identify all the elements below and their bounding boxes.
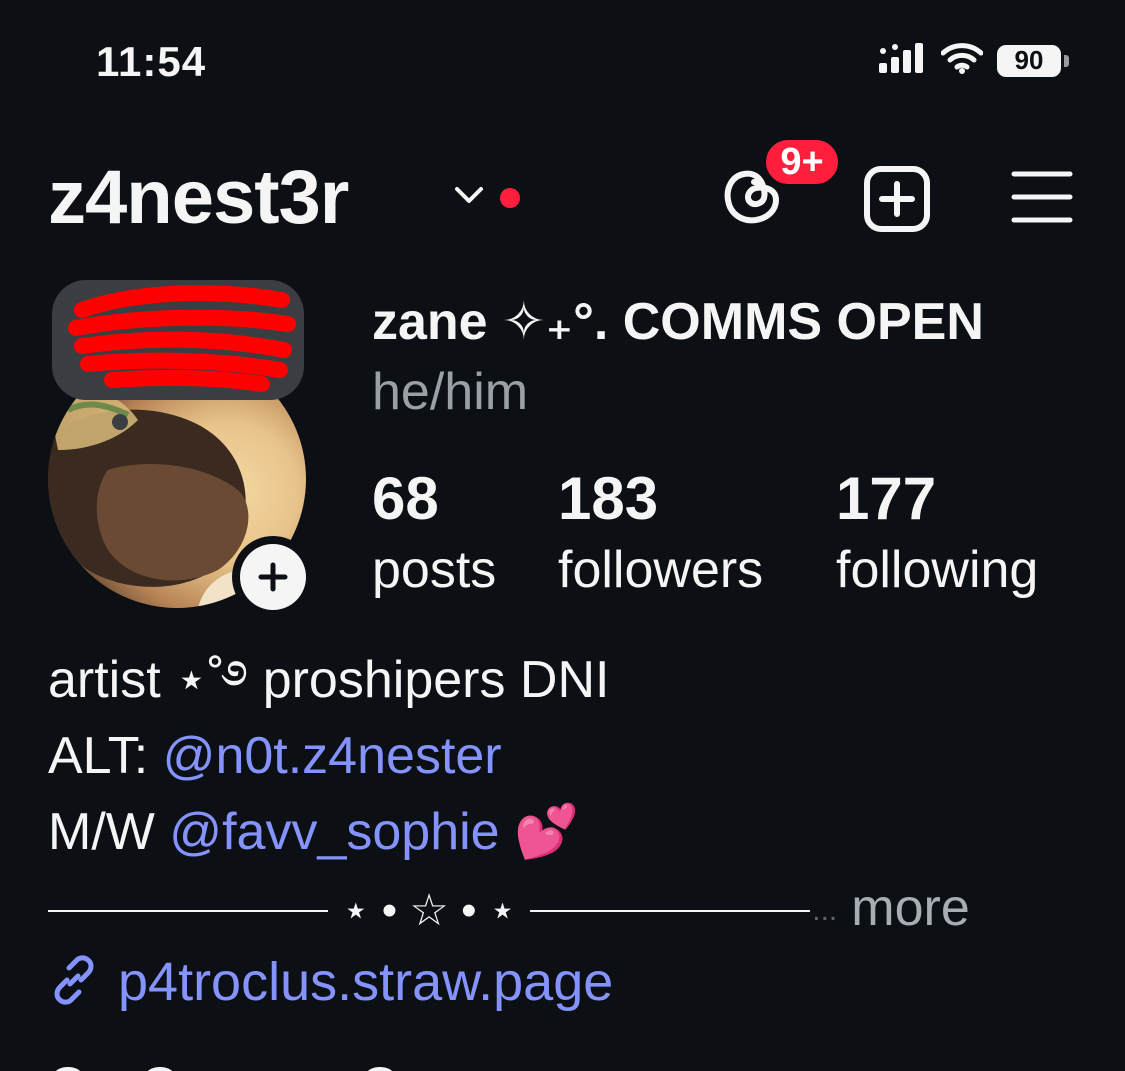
pronouns: he/him	[372, 363, 529, 421]
battery-icon: 90	[997, 44, 1069, 77]
mw-mention-link[interactable]: @favv_sophie	[169, 803, 499, 861]
bio-line-divider: ⋆ • ☆ • ⋆... more	[48, 870, 1088, 946]
status-bar: 11:54 90	[0, 0, 1125, 130]
more-button[interactable]: more	[851, 879, 969, 937]
menu-icon[interactable]	[1010, 168, 1074, 231]
bio-line-alt: ALT: @n0t.z4nester	[48, 718, 1088, 794]
add-story-button[interactable]	[232, 536, 314, 618]
wifi-icon	[940, 42, 984, 79]
bio-alt-prefix: ALT:	[48, 727, 149, 785]
cellular-icon	[879, 43, 927, 78]
stat-label: posts	[372, 541, 497, 599]
star-divider: ⋆ • ☆ • ⋆	[342, 886, 517, 936]
stat-label: followers	[558, 541, 764, 599]
threads-notification-badge: 9+	[762, 136, 842, 188]
profile-link[interactable]: p4troclus.straw.page	[48, 950, 613, 1014]
account-notification-dot	[500, 188, 520, 208]
bio-mw-prefix: M/W	[48, 803, 155, 861]
bio-line: artist ⋆˚࿔ proshipers DNI	[48, 651, 610, 709]
battery-level: 90	[997, 44, 1061, 77]
note-bubble-tail	[112, 414, 128, 430]
stat-value: 177	[836, 465, 937, 532]
status-icons: 90	[879, 42, 1069, 79]
new-post-icon[interactable]	[862, 164, 932, 239]
display-name: zane ✧₊°. COMMS OPEN	[372, 293, 984, 351]
hearts-emoji: 💕	[514, 803, 579, 861]
link-icon	[48, 954, 100, 1011]
cut-off-row	[48, 1062, 448, 1071]
bio: artist ⋆˚࿔ proshipers DNI ALT: @n0t.z4ne…	[48, 642, 1088, 946]
alt-mention-link[interactable]: @n0t.z4nester	[163, 727, 502, 785]
profile-header: z4nest3r 9+	[0, 136, 1125, 250]
stat-value: 183	[558, 465, 659, 532]
bio-ellipsis: ...	[812, 894, 838, 928]
bio-line-mw: M/W @favv_sophie 💕	[48, 794, 1088, 870]
divider-line-right	[530, 910, 811, 913]
stat-followers[interactable]: 183 followers	[558, 466, 763, 600]
chevron-down-icon[interactable]	[452, 184, 486, 211]
profile-link-url[interactable]: p4troclus.straw.page	[118, 950, 613, 1014]
plus-icon	[240, 544, 306, 610]
stat-label: following	[836, 541, 1039, 599]
stat-following[interactable]: 177 following	[836, 466, 1038, 600]
stat-value: 68	[372, 465, 439, 532]
avatar-area	[48, 280, 314, 618]
divider-line-left	[48, 910, 328, 913]
note-bubble[interactable]	[52, 280, 304, 400]
status-time: 11:54	[96, 38, 207, 85]
username-switcher[interactable]: z4nest3r	[48, 158, 349, 238]
stat-posts[interactable]: 68 posts	[372, 466, 496, 600]
